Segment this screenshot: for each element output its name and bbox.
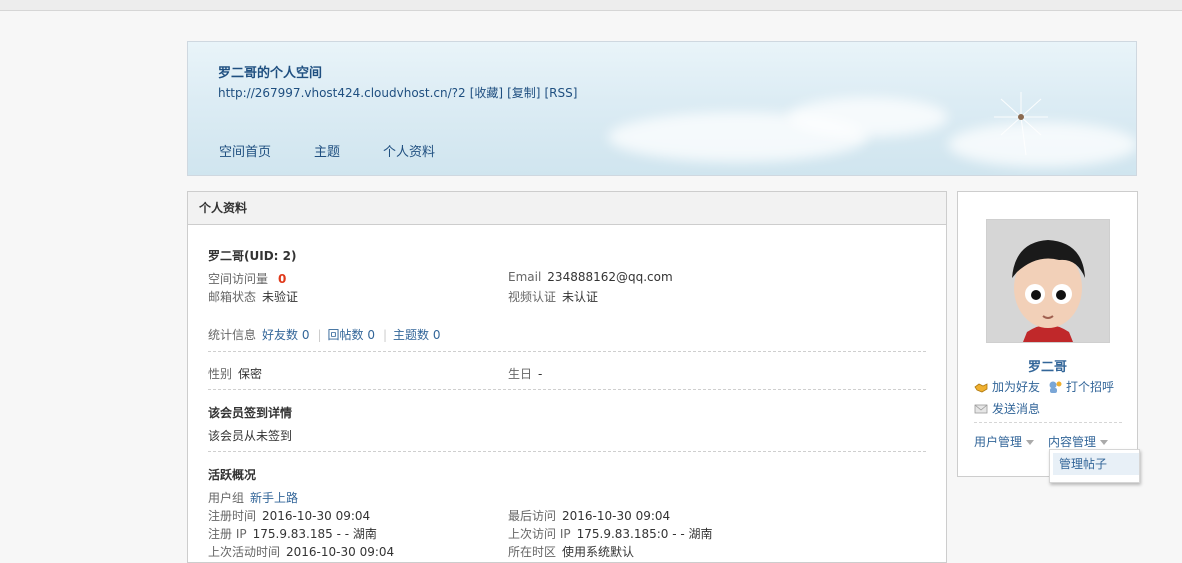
- avatar-cartoon-icon: [987, 220, 1109, 342]
- cloud-decoration: [788, 97, 948, 137]
- copy-link[interactable]: [复制]: [507, 86, 540, 100]
- space-url-line: http://267997.vhost424.cloudvhost.cn/?2 […: [218, 84, 581, 101]
- rss-link[interactable]: [RSS]: [544, 86, 577, 100]
- last-active-value: 2016-10-30 09:04: [286, 545, 395, 559]
- reg-ip-row: 注册 IP 175.9.83.185 - - 湖南: [208, 525, 377, 542]
- sidebar-username[interactable]: 罗二哥: [958, 356, 1137, 375]
- user-group-link[interactable]: 新手上路: [250, 491, 298, 505]
- user-group-row: 用户组 新手上路: [208, 489, 298, 506]
- mail-status-label: 邮箱状态: [208, 290, 257, 304]
- send-message-button[interactable]: 发送消息: [974, 400, 1040, 417]
- visits-row: 空间访问量 0: [208, 270, 286, 287]
- greet-button[interactable]: 打个招呼: [1048, 378, 1114, 395]
- last-ip-value: 175.9.83.185:0 - - 湖南: [576, 527, 713, 541]
- stats-divider: |: [317, 328, 322, 342]
- dandelion-decoration: [994, 92, 1048, 156]
- user-group-label: 用户组: [208, 491, 245, 505]
- timezone-value: 使用系统默认: [562, 545, 635, 559]
- last-visit-label: 最后访问: [508, 509, 557, 523]
- envelope-icon: [974, 404, 988, 413]
- visits-label: 空间访问量: [208, 272, 269, 286]
- video-auth-row: 视频认证 未认证: [508, 288, 598, 305]
- stats-divider: |: [382, 328, 388, 342]
- user-manage-menu[interactable]: 用户管理: [974, 433, 1035, 450]
- signin-text: 该会员从未签到: [208, 429, 293, 443]
- space-nav: 空间首页 主题 个人资料: [219, 141, 435, 160]
- section-divider: [208, 451, 926, 452]
- panel-title: 个人资料: [188, 192, 946, 225]
- nav-threads[interactable]: 主题: [314, 141, 340, 160]
- last-ip-row: 上次访问 IP 175.9.83.185:0 - - 湖南: [508, 525, 713, 542]
- replies-count-link[interactable]: 回帖数 0: [328, 328, 375, 342]
- email-row: Email 234888162@qq.com: [508, 270, 673, 284]
- timezone-row: 所在时区 使用系统默认: [508, 543, 634, 560]
- section-divider: [208, 351, 926, 352]
- email-value: 234888162@qq.com: [547, 270, 673, 284]
- last-active-label: 上次活动时间: [208, 545, 281, 559]
- reg-time-row: 注册时间 2016-10-30 09:04: [208, 507, 370, 524]
- section-divider: [208, 389, 926, 390]
- reg-ip-value: 175.9.83.185 - - 湖南: [252, 527, 377, 541]
- user-manage-label: 用户管理: [974, 435, 1023, 449]
- manage-posts-item[interactable]: 管理帖子: [1053, 453, 1139, 475]
- birthday-row: 生日 -: [508, 365, 542, 382]
- avatar[interactable]: [986, 219, 1110, 343]
- threads-count-link[interactable]: 主题数 0: [393, 328, 440, 342]
- email-label: Email: [508, 270, 542, 284]
- gender-value: 保密: [238, 367, 263, 381]
- space-banner: 罗二哥的个人空间 http://267997.vhost424.cloudvho…: [187, 41, 1137, 176]
- top-bar: [0, 0, 1182, 11]
- last-ip-label: 上次访问 IP: [508, 527, 571, 541]
- reg-time-value: 2016-10-30 09:04: [262, 509, 371, 523]
- stats-label: 统计信息: [208, 328, 257, 342]
- greet-label: 打个招呼: [1066, 380, 1115, 394]
- birthday-value: -: [538, 367, 543, 381]
- gender-row: 性别 保密: [208, 365, 262, 382]
- nav-space-home[interactable]: 空间首页: [219, 141, 271, 160]
- signin-title: 该会员签到详情: [208, 406, 293, 420]
- last-visit-row: 最后访问 2016-10-30 09:04: [508, 507, 670, 524]
- visits-value: 0: [278, 272, 287, 286]
- content-manage-label: 内容管理: [1048, 435, 1097, 449]
- mail-status-value: 未验证: [262, 290, 299, 304]
- add-friend-label: 加为好友: [992, 380, 1041, 394]
- gender-label: 性别: [208, 367, 233, 381]
- add-friend-button[interactable]: 加为好友: [974, 378, 1040, 395]
- sidebar-divider: [974, 422, 1122, 423]
- send-message-label: 发送消息: [992, 402, 1041, 416]
- user-name-uid: 罗二哥(UID: 2): [208, 249, 297, 263]
- content-manage-menu[interactable]: 内容管理: [1048, 433, 1109, 450]
- reg-ip-label: 注册 IP: [208, 527, 247, 541]
- stats-row: 统计信息 好友数 0 | 回帖数 0 | 主题数 0: [208, 326, 446, 343]
- content-manage-dropdown: 管理帖子: [1049, 449, 1140, 483]
- reg-time-label: 注册时间: [208, 509, 257, 523]
- timezone-label: 所在时区: [508, 545, 557, 559]
- greet-icon: [1049, 381, 1062, 393]
- activity-title: 活跃概况: [208, 468, 257, 482]
- space-title[interactable]: 罗二哥的个人空间: [218, 62, 322, 81]
- last-visit-value: 2016-10-30 09:04: [562, 509, 671, 523]
- nav-profile[interactable]: 个人资料: [383, 141, 435, 160]
- mail-status-row: 邮箱状态 未验证: [208, 288, 298, 305]
- last-active-row: 上次活动时间 2016-10-30 09:04: [208, 543, 394, 560]
- favorite-link[interactable]: [收藏]: [470, 86, 503, 100]
- handshake-icon: [974, 382, 988, 392]
- birthday-label: 生日: [508, 367, 533, 381]
- video-auth-value: 未认证: [562, 290, 599, 304]
- user-sidebar: 罗二哥 加为好友 打个招呼 发送消息 用户管理 内容管理: [957, 191, 1138, 477]
- video-auth-label: 视频认证: [508, 290, 557, 304]
- chevron-down-icon: [1100, 440, 1109, 445]
- space-url[interactable]: http://267997.vhost424.cloudvhost.cn/?2: [218, 86, 466, 100]
- chevron-down-icon: [1026, 440, 1035, 445]
- friends-count-link[interactable]: 好友数 0: [262, 328, 309, 342]
- profile-panel: 个人资料 罗二哥(UID: 2) 空间访问量 0 Email 234888162@q…: [187, 191, 947, 563]
